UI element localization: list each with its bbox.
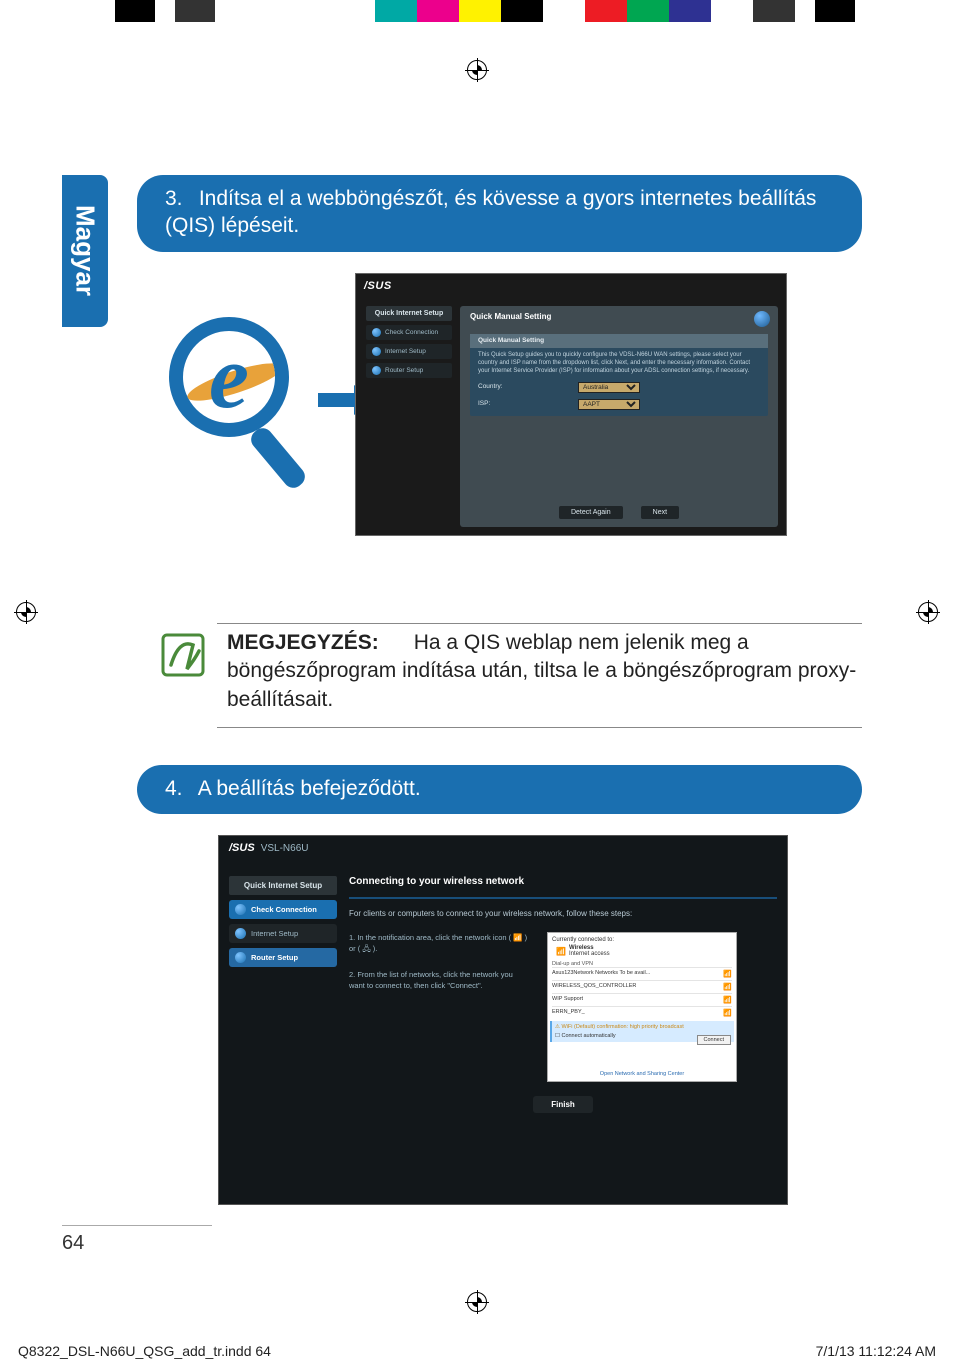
main-header: Connecting to your wireless network bbox=[349, 876, 777, 887]
page-number: 64 bbox=[62, 1225, 212, 1255]
network-item: WIP Support📶 bbox=[552, 993, 732, 1006]
finish-button[interactable]: Finish bbox=[533, 1096, 593, 1113]
registration-mark-bottom bbox=[465, 1290, 489, 1314]
step-3-text: Indítsa el a webböngészőt, és kövesse a … bbox=[165, 187, 816, 237]
registration-mark-left bbox=[14, 600, 38, 624]
note-text: MEGJEGYZÉS: Ha a QIS weblap nem jelenik … bbox=[227, 629, 862, 714]
divider bbox=[217, 727, 862, 728]
step-3-pill: 3. Indítsa el a webböngészőt, és kövesse… bbox=[137, 175, 862, 252]
note-row: MEGJEGYZÉS: Ha a QIS weblap nem jelenik … bbox=[157, 629, 862, 714]
isp-label: ISP: bbox=[478, 400, 578, 408]
sidebar-item-router: Router Setup bbox=[366, 363, 452, 378]
step-3-number: 3. bbox=[165, 185, 193, 212]
registration-mark-right bbox=[916, 600, 940, 624]
network-item: ERRN_PBY_📶 bbox=[552, 1006, 732, 1019]
detect-button[interactable]: Detect Again bbox=[559, 506, 623, 519]
inner-info: This Quick Setup guides you to quickly c… bbox=[478, 352, 760, 375]
sidebar-item: Internet Setup bbox=[229, 924, 337, 943]
isp-select[interactable]: AAPT bbox=[578, 399, 640, 410]
instruction-2: 2. From the list of networks, click the … bbox=[349, 969, 529, 992]
language-label: Magyar bbox=[70, 205, 101, 296]
divider bbox=[217, 623, 862, 624]
connect-button[interactable]: Connect bbox=[697, 1035, 732, 1045]
sidebar-item: Router Setup bbox=[229, 948, 337, 967]
router-config-screenshot-1: /SUS Quick Internet Setup Check Connecti… bbox=[355, 273, 787, 536]
asus-logo: /SUS bbox=[364, 280, 392, 292]
router-config-screenshot-2: /SUSVSL-N66U Quick Internet Setup Check … bbox=[218, 835, 788, 1205]
sidebar-item: Check Connection bbox=[229, 900, 337, 919]
step-4-pill: 4. A beállítás befejeződött. bbox=[137, 765, 862, 814]
asus-logo-2: /SUSVSL-N66U bbox=[229, 842, 309, 854]
country-label: Country: bbox=[478, 383, 578, 391]
note-icon bbox=[157, 629, 209, 681]
panel-title: Quick Manual Setting bbox=[460, 306, 778, 327]
network-popup: Currently connected to: 📶 Wireless Inter… bbox=[547, 932, 737, 1082]
registration-mark-top bbox=[465, 58, 489, 82]
network-item: Asus123Network Networks To be avail...📶 bbox=[552, 967, 732, 980]
network-item: WIRELESS_QOS_CONTROLLER📶 bbox=[552, 980, 732, 993]
step-4-number: 4. bbox=[165, 775, 193, 802]
home-icon bbox=[754, 311, 770, 327]
print-color-bar bbox=[0, 0, 954, 22]
sidebar-item-check: Check Connection bbox=[366, 325, 452, 340]
sidebar-item-internet: Internet Setup bbox=[366, 344, 452, 359]
footer-timestamp: 7/1/13 11:12:24 AM bbox=[816, 1343, 936, 1359]
sidebar-header: Quick Internet Setup bbox=[366, 306, 452, 321]
inner-header: Quick Manual Setting bbox=[470, 334, 768, 348]
instruction-1: 1. In the notification area, click the n… bbox=[349, 932, 529, 955]
next-button[interactable]: Next bbox=[641, 506, 679, 519]
footer-file: Q8322_DSL-N66U_QSG_add_tr.indd 64 bbox=[18, 1343, 271, 1359]
sidebar-header-2: Quick Internet Setup bbox=[229, 876, 337, 895]
open-network-center-link[interactable]: Open Network and Sharing Center bbox=[548, 1071, 736, 1077]
language-tab: Magyar bbox=[62, 175, 108, 327]
step-4-text: A beállítás befejeződött. bbox=[198, 777, 421, 800]
sub-text: For clients or computers to connect to y… bbox=[349, 909, 777, 918]
page-content: Magyar 3. Indítsa el a webböngészőt, és … bbox=[62, 95, 892, 1275]
country-select[interactable]: Australia bbox=[578, 382, 640, 393]
